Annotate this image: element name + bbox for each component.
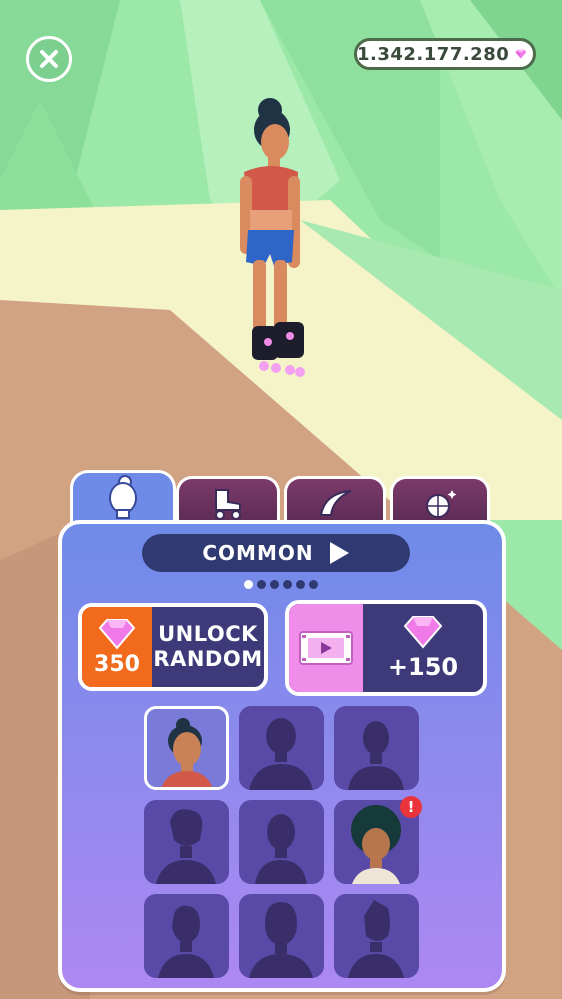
unlock-label-line1: UNLOCK bbox=[158, 622, 258, 646]
gem-icon bbox=[515, 49, 527, 59]
rarity-selector[interactable]: COMMON bbox=[142, 534, 410, 572]
unlock-price-area: 350 bbox=[82, 607, 152, 687]
tab-trail[interactable] bbox=[284, 476, 386, 526]
trail-swoosh-icon bbox=[319, 489, 352, 516]
locked-silhouette bbox=[348, 721, 404, 790]
page-indicator bbox=[244, 580, 318, 589]
page-dot bbox=[309, 580, 318, 589]
character-grid bbox=[144, 706, 419, 978]
character-slot-locked[interactable] bbox=[144, 894, 229, 978]
page-dot-active bbox=[244, 580, 253, 589]
unlock-random-button[interactable]: 350 UNLOCK RANDOM bbox=[78, 603, 268, 691]
tab-character[interactable] bbox=[70, 470, 176, 524]
page-dot bbox=[296, 580, 305, 589]
watch-video-button[interactable]: +150 bbox=[285, 600, 487, 696]
video-film-icon bbox=[299, 631, 353, 665]
gem-icon bbox=[98, 618, 136, 650]
page-dot bbox=[270, 580, 279, 589]
gem-total: 1.342.177.280 bbox=[357, 43, 510, 65]
locked-silhouette bbox=[249, 902, 313, 978]
disco-ball-icon bbox=[426, 489, 457, 518]
character-slot-locked[interactable] bbox=[239, 706, 324, 790]
locked-silhouette bbox=[158, 905, 214, 978]
character-head-icon bbox=[109, 474, 137, 519]
locked-silhouette bbox=[249, 718, 313, 790]
new-alert-badge: ! bbox=[400, 796, 422, 818]
unlock-label: UNLOCK RANDOM bbox=[152, 607, 264, 687]
character-slot-locked[interactable] bbox=[239, 894, 324, 978]
gem-counter: 1.342.177.280 bbox=[354, 38, 536, 70]
page-dot bbox=[257, 580, 266, 589]
gem-icon bbox=[403, 616, 443, 649]
tab-effects[interactable] bbox=[390, 476, 490, 526]
unlock-label-line2: RANDOM bbox=[153, 647, 263, 671]
character-slot-locked[interactable] bbox=[239, 800, 324, 884]
character-slot-locked[interactable] bbox=[334, 894, 419, 978]
unlock-price: 350 bbox=[94, 651, 140, 677]
character-slot-selected[interactable] bbox=[144, 706, 229, 790]
character-slot-locked[interactable] bbox=[334, 706, 419, 790]
close-button[interactable] bbox=[26, 36, 72, 82]
play-arrow-icon bbox=[329, 542, 349, 564]
close-icon bbox=[40, 50, 58, 68]
video-icon-area bbox=[289, 604, 363, 692]
roller-skate-icon bbox=[215, 488, 241, 520]
locked-silhouette bbox=[156, 809, 216, 884]
character-slot-locked[interactable] bbox=[144, 800, 229, 884]
locked-silhouette bbox=[255, 814, 307, 884]
video-reward-area: +150 bbox=[363, 604, 483, 692]
page-dot bbox=[283, 580, 292, 589]
rarity-label: COMMON bbox=[202, 541, 314, 565]
video-reward-amount: +150 bbox=[387, 653, 459, 681]
tab-skates[interactable] bbox=[176, 476, 280, 526]
character-portrait-bun bbox=[161, 718, 213, 787]
locked-silhouette bbox=[348, 900, 404, 978]
